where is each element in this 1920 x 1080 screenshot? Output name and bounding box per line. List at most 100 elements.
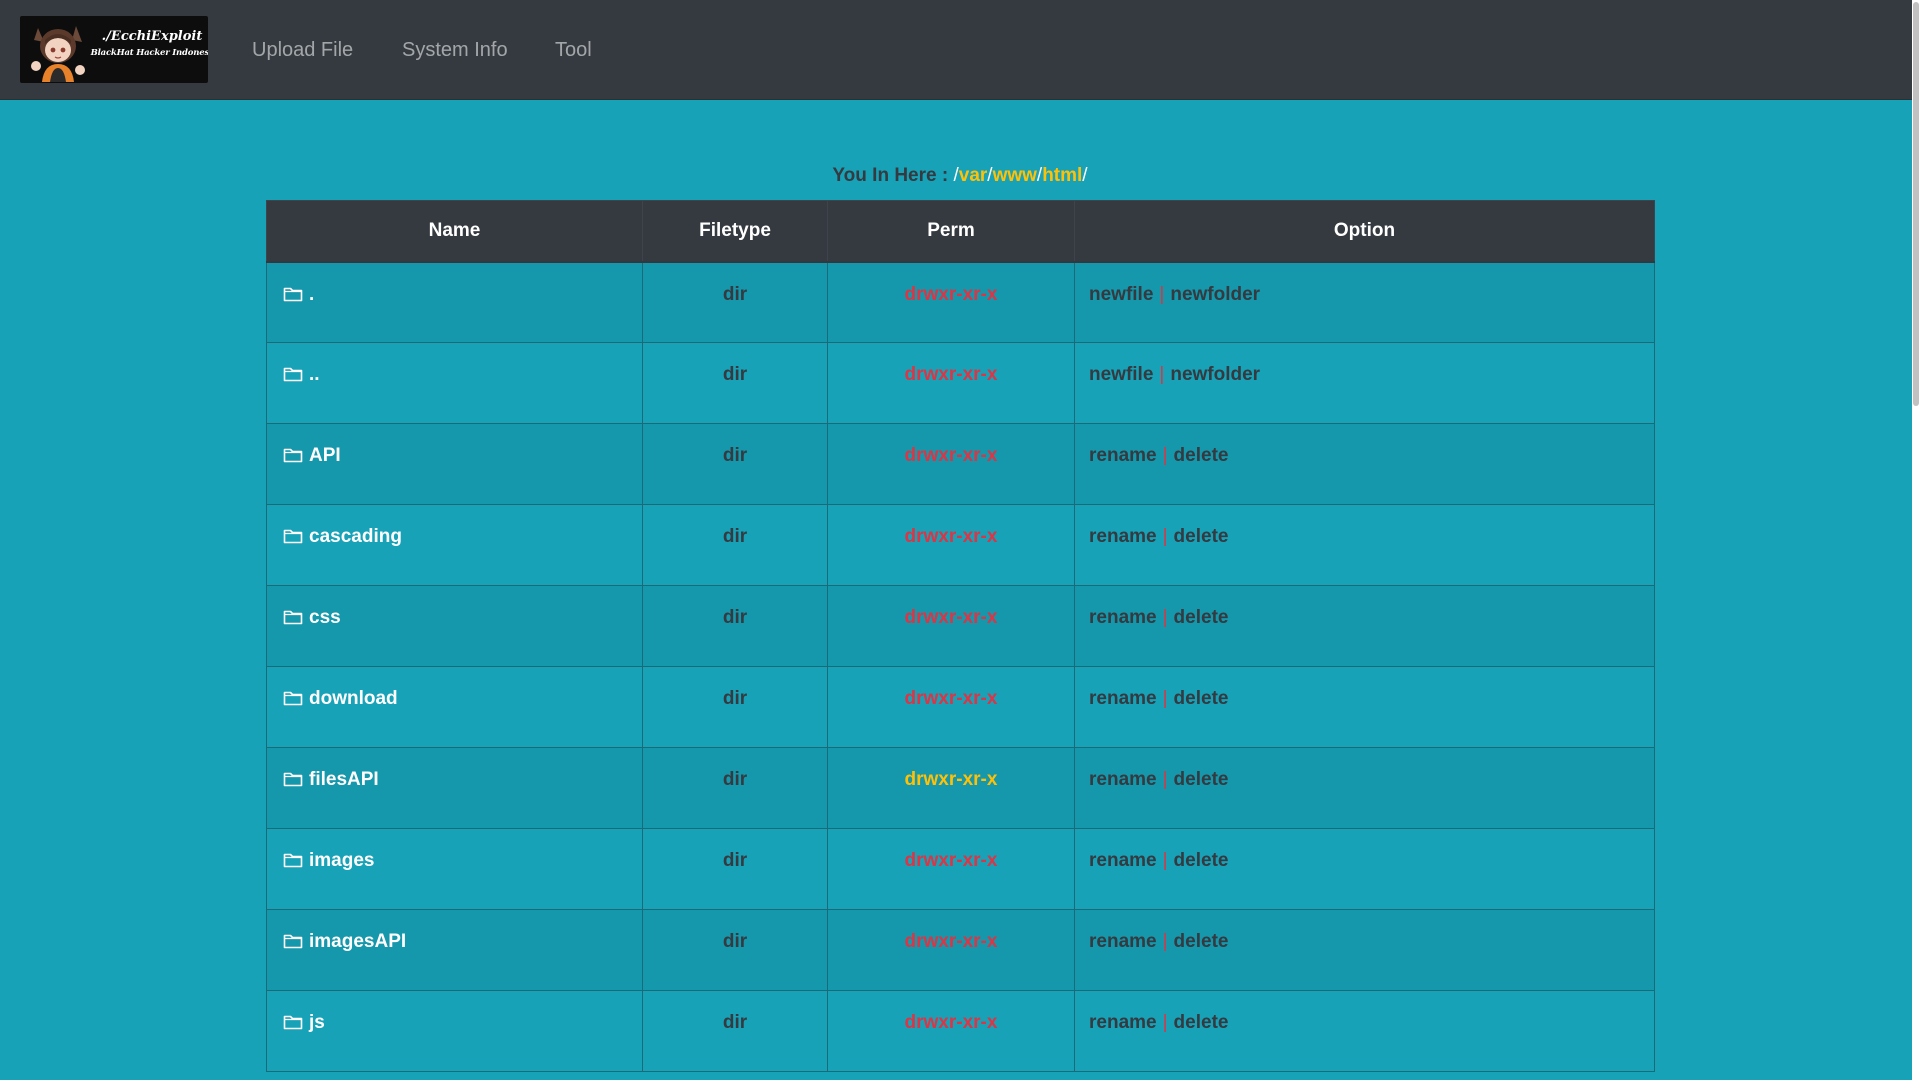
file-option-cell: rename | delete [1074,666,1655,748]
file-type-cell: dir [642,747,828,829]
file-name-link[interactable]: imagesAPI [309,931,406,952]
table-row: cascading dir drwxr-xr-x rename | delete [266,504,1655,586]
option-separator: | [1162,931,1168,952]
brand-subtitle: BlackHat Hacker Indonesia [90,48,208,58]
folder-icon [283,446,303,470]
newfolder-link[interactable]: newfolder [1170,364,1260,385]
file-name-link[interactable]: API [309,445,341,466]
file-option-cell: rename | delete [1074,909,1655,991]
delete-link[interactable]: delete [1174,688,1229,709]
file-name-cell: cascading [266,504,643,586]
rename-link[interactable]: rename [1089,688,1157,709]
option-separator: | [1162,850,1168,871]
file-name-cell: download [266,666,643,748]
file-type-cell: dir [642,990,828,1072]
rename-link[interactable]: rename [1089,769,1157,790]
option-separator: | [1159,283,1165,305]
table-row: API dir drwxr-xr-x rename | delete [266,423,1655,505]
file-perm-cell: drwxr-xr-x [827,423,1075,505]
rename-link[interactable]: rename [1089,526,1157,547]
table-header-row: Name Filetype Perm Option [266,200,1655,263]
delete-link[interactable]: delete [1174,526,1229,547]
newfile-link[interactable]: newfile [1089,364,1153,385]
file-name-link[interactable]: images [309,850,374,871]
file-type-cell: dir [642,504,828,586]
file-name-link[interactable]: css [309,607,341,628]
table-row: . dir drwxr-xr-x newfile | newfolder [266,261,1655,343]
table-row: download dir drwxr-xr-x rename | delete [266,666,1655,748]
anime-avatar-icon [28,20,90,82]
file-name-link[interactable]: js [309,1012,325,1033]
file-name-cell: images [266,828,643,910]
folder-icon [283,1013,303,1037]
file-name-link[interactable]: download [309,688,398,709]
file-option-cell: rename | delete [1074,990,1655,1072]
path-segment-html[interactable]: html [1042,165,1082,186]
file-name-cell: . [266,261,643,343]
folder-icon [283,527,303,551]
rename-link[interactable]: rename [1089,931,1157,952]
delete-link[interactable]: delete [1174,931,1229,952]
path-segment-var[interactable]: var [959,165,988,186]
header-name: Name [266,200,643,263]
folder-icon [283,365,303,389]
option-separator: | [1162,445,1168,466]
newfile-link[interactable]: newfile [1089,284,1153,305]
file-type-cell: dir [642,261,828,343]
file-name-cell: filesAPI [266,747,643,829]
delete-link[interactable]: delete [1174,607,1229,628]
table-row: imagesAPI dir drwxr-xr-x rename | delete [266,909,1655,991]
rename-link[interactable]: rename [1089,607,1157,628]
scrollbar-thumb[interactable] [1913,2,1919,406]
file-name-cell: css [266,585,643,667]
rename-link[interactable]: rename [1089,1012,1157,1033]
nav-upload-file[interactable]: Upload File [252,37,353,63]
folder-icon [283,932,303,956]
table-row: css dir drwxr-xr-x rename | delete [266,585,1655,667]
rename-link[interactable]: rename [1089,850,1157,871]
nav-tool[interactable]: Tool [555,37,592,63]
rename-link[interactable]: rename [1089,445,1157,466]
file-type-cell: dir [642,909,828,991]
delete-link[interactable]: delete [1174,1012,1229,1033]
file-perm-cell: drwxr-xr-x [827,504,1075,586]
folder-icon [283,689,303,713]
file-type-cell: dir [642,342,828,424]
file-name-link[interactable]: cascading [309,526,402,547]
table-row: js dir drwxr-xr-x rename | delete [266,990,1655,1072]
delete-link[interactable]: delete [1174,769,1229,790]
vertical-scrollbar[interactable] [1912,0,1920,1080]
brand-logo[interactable]: ./EcchiExploit BlackHat Hacker Indonesia [20,16,208,83]
folder-icon [283,770,303,794]
file-option-cell: newfile | newfolder [1074,261,1655,343]
header-filetype: Filetype [642,200,828,263]
delete-link[interactable]: delete [1174,445,1229,466]
file-perm-cell: drwxr-xr-x [827,342,1075,424]
nav-system-info[interactable]: System Info [402,37,508,63]
file-name-cell: js [266,990,643,1072]
option-separator: | [1162,769,1168,790]
newfolder-link[interactable]: newfolder [1170,284,1260,305]
file-name-link[interactable]: . [309,284,314,305]
file-option-cell: rename | delete [1074,747,1655,829]
file-perm-cell: drwxr-xr-x [827,909,1075,991]
file-rows: . dir drwxr-xr-x newfile | newfolder.. dir drwx… [266,261,1655,1072]
file-perm-cell: drwxr-xr-x [827,747,1075,829]
file-name-link[interactable]: .. [309,364,320,385]
file-table: Name Filetype Perm Option . dir drwxr-xr-x… [266,200,1655,1072]
file-perm-cell: drwxr-xr-x [827,990,1075,1072]
header-perm: Perm [827,200,1075,263]
file-name-cell: imagesAPI [266,909,643,991]
file-option-cell: rename | delete [1074,504,1655,586]
folder-icon [283,608,303,632]
delete-link[interactable]: delete [1174,850,1229,871]
table-row: .. dir drwxr-xr-x newfile | newfolder [266,342,1655,424]
path-prefix: You In Here : [832,165,954,186]
option-separator: | [1162,607,1168,628]
header-option: Option [1074,200,1655,263]
file-name-link[interactable]: filesAPI [309,769,379,790]
file-type-cell: dir [642,828,828,910]
path-segment-www[interactable]: www [993,165,1037,186]
file-perm-cell: drwxr-xr-x [827,828,1075,910]
option-separator: | [1162,688,1168,709]
